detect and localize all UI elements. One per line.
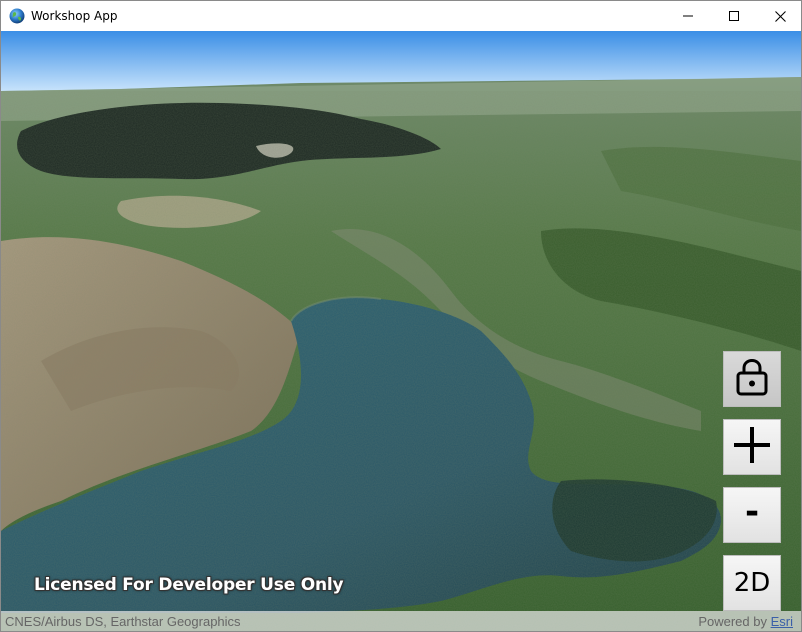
zoom-out-button[interactable]: -	[723, 487, 781, 543]
powered-by-label: Powered by	[698, 614, 767, 629]
attribution-text: CNES/Airbus DS, Earthstar Geographics	[5, 614, 241, 629]
window-title: Workshop App	[31, 9, 118, 23]
minimize-icon	[683, 11, 693, 21]
attribution-bar: CNES/Airbus DS, Earthstar Geographics Po…	[1, 611, 801, 631]
license-watermark: Licensed For Developer Use Only	[34, 575, 344, 595]
close-button[interactable]	[757, 1, 802, 31]
esri-link[interactable]: Esri	[771, 614, 793, 629]
minimize-button[interactable]	[665, 1, 711, 31]
view-mode-label: 2D	[733, 568, 771, 598]
scene-view[interactable]: Licensed For Developer Use Only - 2D CNE…	[1, 31, 801, 631]
zoom-in-button[interactable]	[723, 419, 781, 475]
app-window: Workshop App Licensed For Developer Use …	[0, 0, 802, 632]
svg-text:-: -	[745, 493, 759, 532]
lock-icon	[735, 358, 769, 401]
close-icon	[774, 10, 786, 22]
powered-by: Powered by Esri	[698, 614, 793, 629]
maximize-icon	[729, 11, 739, 21]
view-mode-2d-button[interactable]: 2D	[723, 555, 781, 611]
zoom-out-label: -	[745, 492, 759, 532]
satellite-terrain	[1, 31, 801, 631]
plus-icon	[732, 425, 772, 470]
globe-icon	[9, 8, 25, 24]
maximize-button[interactable]	[711, 1, 757, 31]
lock-button[interactable]	[723, 351, 781, 407]
title-bar[interactable]: Workshop App	[1, 1, 801, 31]
minus-icon: -	[732, 492, 772, 538]
